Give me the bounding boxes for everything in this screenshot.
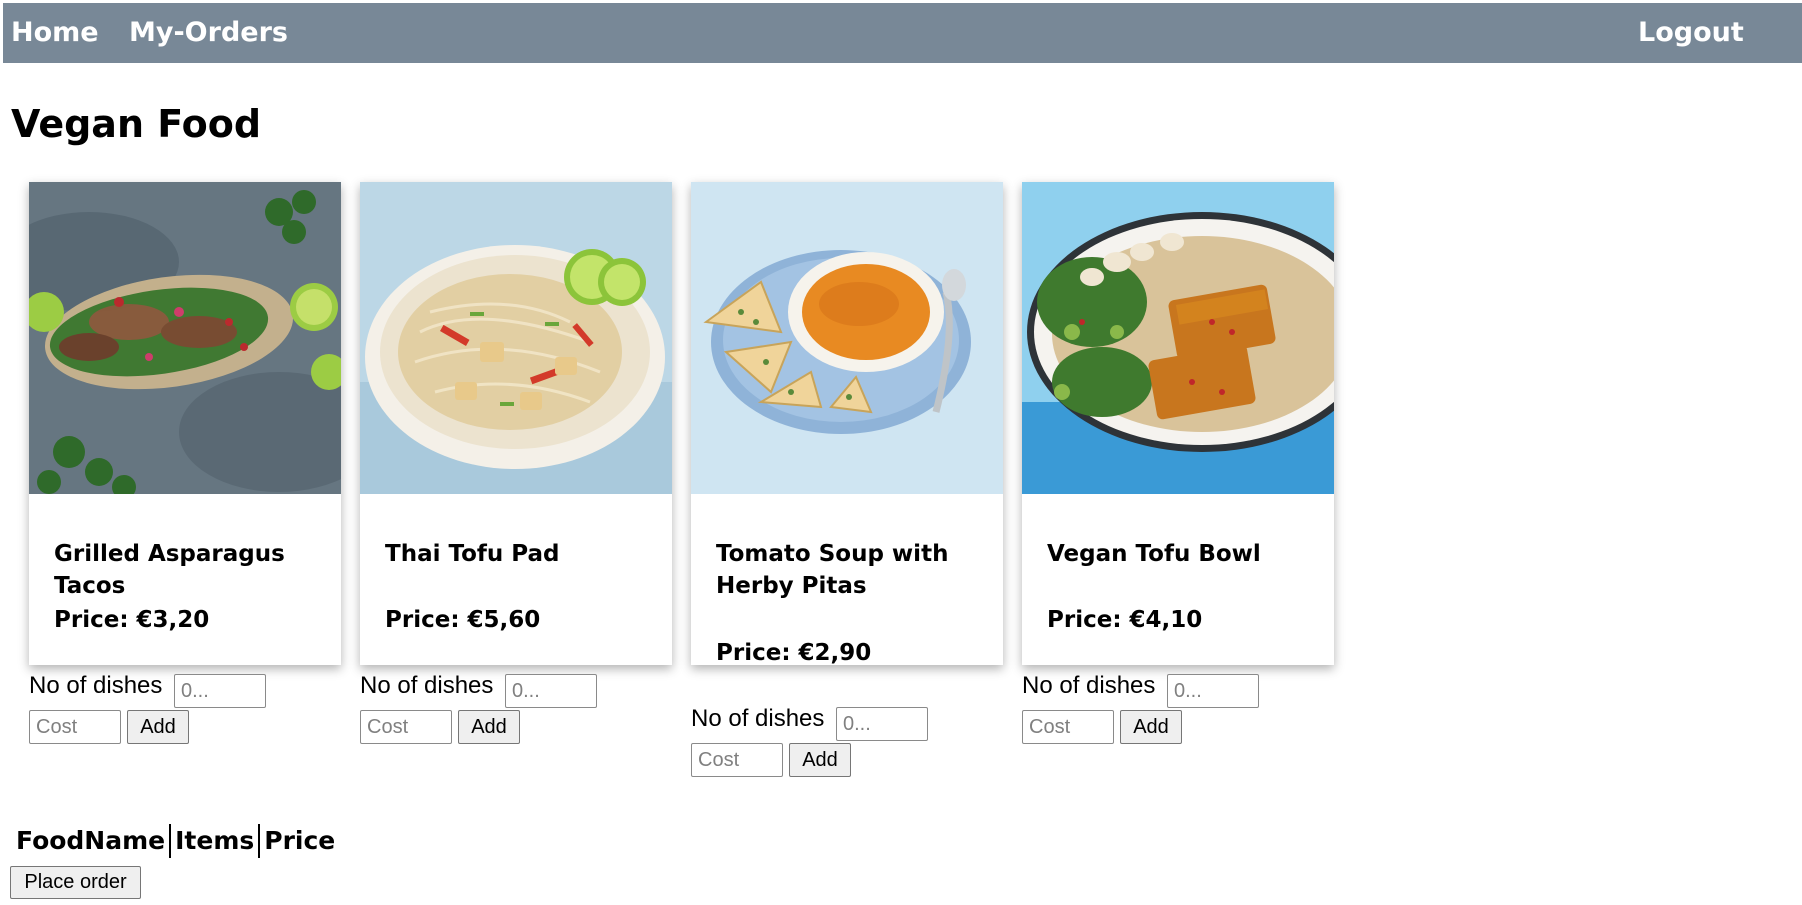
nav-logout-link[interactable]: Logout (1638, 17, 1744, 48)
dishes-count-label: No of dishes (29, 672, 163, 699)
cost-input[interactable] (1022, 710, 1114, 744)
nav-home-link[interactable]: Home (11, 17, 99, 48)
dishes-count-label: No of dishes (360, 672, 494, 699)
column-header-items: Items (169, 824, 260, 858)
dish-image-tofu-bowl (1022, 182, 1334, 494)
dish-image-tomato-soup (691, 182, 1003, 494)
dish-card: Vegan Tofu Bowl Price: €4,10 (1022, 182, 1334, 665)
dish-name: Grilled Asparagus Tacos (54, 541, 285, 599)
dishes-count-input[interactable] (836, 707, 928, 741)
dish-image-tacos (29, 182, 341, 494)
add-button[interactable]: Add (1120, 710, 1182, 744)
nav-my-orders-link[interactable]: My-Orders (129, 17, 288, 48)
place-order-button[interactable]: Place order (10, 866, 141, 899)
cost-input[interactable] (360, 710, 452, 744)
dishes-count-label: No of dishes (1022, 672, 1156, 699)
cost-input[interactable] (29, 710, 121, 744)
dishes-count-input[interactable] (174, 674, 266, 708)
dish-name: Vegan Tofu Bowl (1047, 541, 1261, 567)
column-header-foodname: FoodName (16, 826, 166, 855)
dishes-count-input[interactable] (1167, 674, 1259, 708)
add-button[interactable]: Add (127, 710, 189, 744)
dish-card: Thai Tofu Pad Price: €5,60 (360, 182, 672, 665)
page-title: Vegan Food (11, 102, 262, 146)
column-header-price: Price (258, 824, 340, 858)
dish-price: Price: €4,10 (1047, 607, 1203, 633)
add-button[interactable]: Add (789, 743, 851, 777)
dishes-count-label: No of dishes (691, 705, 825, 732)
dish-card: Grilled Asparagus Tacos Price: €3,20 (29, 182, 341, 665)
top-navbar: Home My-Orders Logout (3, 3, 1802, 63)
dish-price: Price: €5,60 (385, 607, 541, 633)
dish-image-thai-tofu (360, 182, 672, 494)
add-button[interactable]: Add (458, 710, 520, 744)
dish-price: Price: €2,90 (716, 640, 872, 666)
orders-table: FoodName Items Price (12, 824, 340, 858)
dish-price: Price: €3,20 (54, 607, 210, 633)
table-header-row: FoodName Items Price (12, 824, 340, 858)
dish-name: Thai Tofu Pad (385, 541, 560, 567)
cost-input[interactable] (691, 743, 783, 777)
dish-name: Tomato Soup with Herby Pitas (716, 541, 949, 599)
dishes-count-input[interactable] (505, 674, 597, 708)
dish-card: Tomato Soup with Herby Pitas Price: €2,9… (691, 182, 1003, 666)
